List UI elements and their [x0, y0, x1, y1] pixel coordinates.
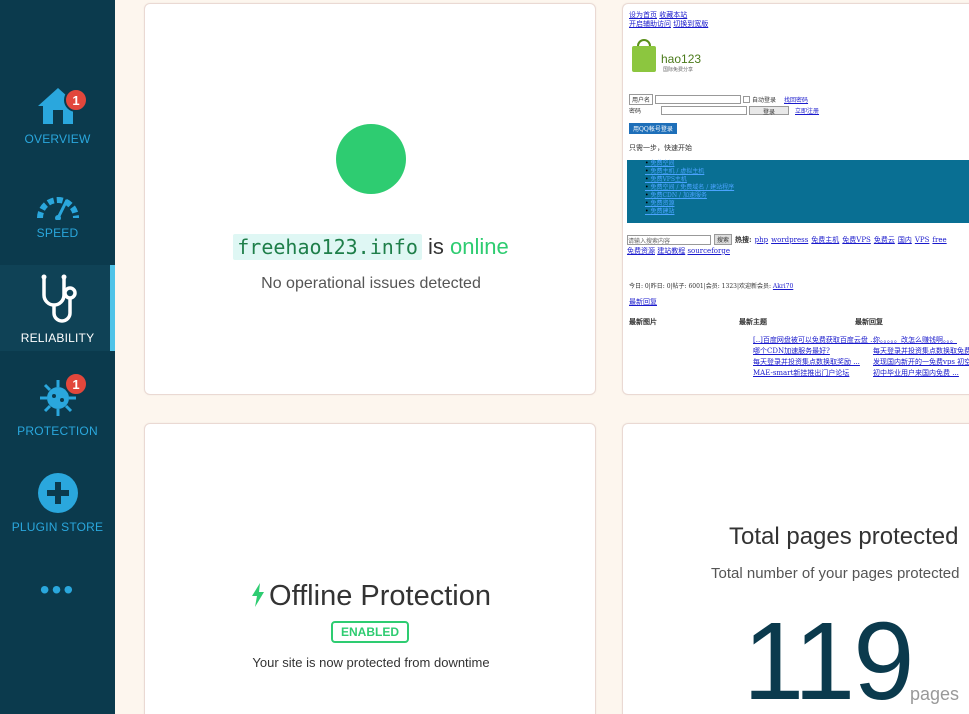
total-pages-card: Total pages protected Total number of yo… — [622, 423, 969, 714]
preview-col-head-1: 最新图片 — [629, 317, 657, 326]
preview-top-links-2: 开启辅助访问 切换到宽版 — [629, 20, 709, 28]
total-pages-count: 119 — [743, 600, 914, 714]
site-preview-card[interactable]: 设为首页 收藏本站 开启辅助访问 切换到宽版 hao123 国际免费分享 用户名… — [622, 3, 969, 395]
notification-badge: 1 — [64, 372, 88, 396]
sidebar-item-overview[interactable]: OVERVIEW 1 — [0, 86, 115, 162]
total-pages-description: Total number of your pages protected — [711, 565, 960, 582]
status-description: No operational issues detected — [261, 275, 481, 292]
preview-nav-block: 免费空间 免费主机 / 虚拟主机 免费VPS主机 免费空间 / 免费域名 / 建… — [627, 160, 969, 223]
sidebar-item-speed[interactable]: SPEED — [0, 190, 115, 250]
preview-col2-list: [..]百度网盘被可以免费获取百度云盘 ... 哪个CDN加速服务最好? 每天登… — [753, 336, 877, 377]
sidebar-item-protection[interactable]: PROTECTION 1 — [0, 372, 115, 440]
sidebar-item-label: PROTECTION — [17, 424, 98, 438]
status-card: freehao123.info is online No operational… — [144, 3, 596, 395]
shopping-bag-icon — [632, 39, 656, 72]
sidebar: OVERVIEW 1 SPEED RELIABILITY PROTECTION … — [0, 0, 115, 714]
preview-stats: 今日: 0|昨日: 0|帖子: 6001|会员: 1323|欢迎新会员: Akr… — [629, 283, 794, 290]
offline-protection-description: Your site is now protected from downtime — [252, 655, 490, 670]
preview-col3-list: 你。。。。。改怎么赚钱啊。。。 每天登录并投资集点数换取免费用 ... 发现国内… — [873, 336, 969, 377]
plus-circle-icon — [37, 473, 78, 513]
offline-protection-title: Offline Protection — [145, 580, 595, 613]
preview-logo: hao123 国际免费分享 — [629, 38, 719, 78]
preview-one-step: 只需一步，快速开始 — [629, 144, 692, 152]
qq-login-button[interactable]: 用QQ帐号登录 — [629, 123, 677, 134]
is-word: is — [428, 234, 444, 259]
preview-col-head-3: 最新回复 — [855, 317, 883, 326]
active-indicator — [110, 265, 115, 351]
stethoscope-icon — [41, 274, 77, 323]
status-value: online — [450, 234, 509, 259]
enabled-badge: ENABLED — [331, 621, 409, 643]
sidebar-item-label: PLUGIN STORE — [11, 520, 104, 534]
sidebar-item-label: OVERVIEW — [24, 132, 91, 146]
domain-name: freehao123.info — [233, 234, 422, 260]
notification-badge: 1 — [64, 88, 88, 112]
more-menu-button[interactable]: ••• — [0, 576, 115, 604]
preview-forum-links: 免费资源 建站教程 sourceforge — [627, 247, 730, 255]
total-pages-title: Total pages protected — [729, 523, 959, 550]
sidebar-item-reliability[interactable]: RELIABILITY — [0, 265, 115, 351]
lightning-icon — [252, 583, 265, 607]
speedometer-icon — [36, 197, 79, 220]
offline-protection-card: Offline Protection ENABLED Your site is … — [144, 423, 596, 714]
sidebar-item-plugin-store[interactable]: PLUGIN STORE — [0, 472, 115, 538]
online-status-dot — [336, 124, 406, 194]
preview-search-row: 请输入搜索内容 搜索 热搜: php wordpress 免费主机 免费VPS … — [627, 234, 947, 245]
preview-latest-reply: 最新回复 — [629, 298, 657, 306]
status-line: freehao123.info is online — [145, 234, 595, 260]
sidebar-item-label: RELIABILITY — [20, 331, 95, 345]
total-pages-unit: pages — [910, 684, 960, 704]
preview-login-form: 用户名 自动登录 找回密码 密码 登录 立即注册 — [629, 94, 819, 116]
sidebar-item-label: SPEED — [36, 226, 79, 240]
preview-col-head-2: 最新主题 — [739, 317, 767, 326]
